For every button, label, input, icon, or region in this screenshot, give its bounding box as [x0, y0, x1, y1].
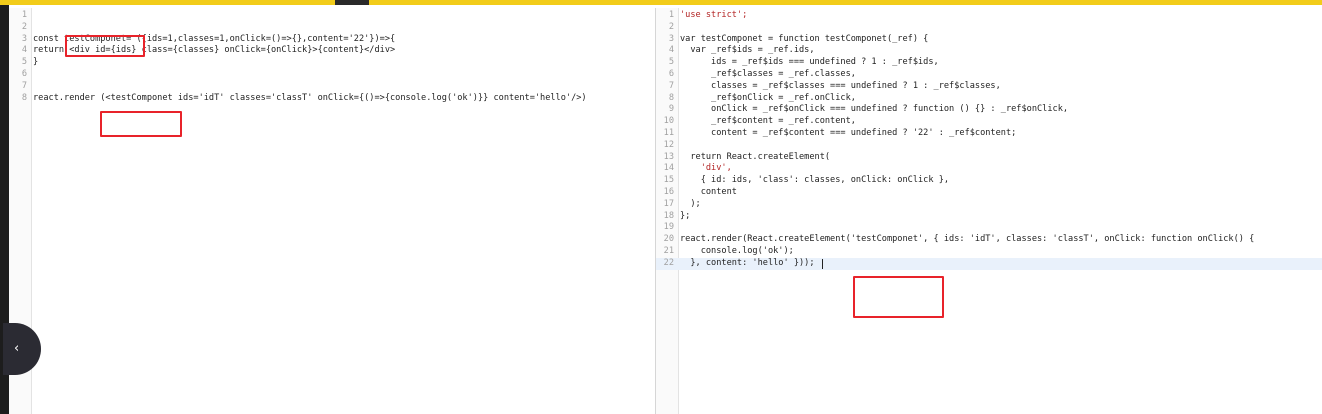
code-text: var testComponet = function testComponet…	[680, 33, 929, 44]
code-line[interactable]: 10 _ref$content = _ref.content,	[656, 116, 1322, 128]
code-line[interactable]: 2	[9, 22, 655, 34]
code-text: }	[33, 57, 39, 68]
code-text: };	[680, 210, 691, 221]
code-line[interactable]: 8 _ref$onClick = _ref.onClick,	[656, 93, 1322, 105]
highlight-box-testcomponet-createelement	[853, 276, 944, 318]
code-lines: 1'use strict'; 2 3 var testComponet = fun…	[656, 10, 1322, 270]
code-line[interactable]: 20 react.render(React.createElement('test…	[656, 234, 1322, 246]
compiled-output-editor[interactable]: 1'use strict'; 2 3 var testComponet = fun…	[656, 8, 1322, 414]
code-line[interactable]: 7 classes = _ref$classes === undefined ?…	[656, 81, 1322, 93]
code-text: { id: ids, 'class': classes, onClick: on…	[680, 175, 950, 186]
code-line[interactable]: 21 console.log('ok');	[656, 246, 1322, 258]
code-text: react.render(React.createElement('testCo…	[680, 234, 1255, 245]
jsx-source-editor[interactable]: 1 2 3 const testComponet= ({ids=1,classes…	[9, 8, 655, 414]
code-line[interactable]: 18};	[656, 211, 1322, 223]
code-line[interactable]: 2	[656, 22, 1322, 34]
code-text: 'div',	[680, 163, 732, 174]
code-text: console.log('ok');	[680, 245, 794, 256]
code-line[interactable]: 3 var testComponet = function testCompone…	[656, 34, 1322, 46]
code-line[interactable]: 9 onClick = _ref$onClick === undefined ?…	[656, 104, 1322, 116]
code-line[interactable]: 6	[9, 69, 655, 81]
code-text: classes = _ref$classes === undefined ? 1…	[680, 80, 1001, 91]
code-text: onClick = _ref$onClick === undefined ? f…	[680, 104, 1069, 115]
code-text: content = _ref$content === undefined ? '…	[680, 127, 1017, 138]
code-text: react.render (<testComponet ids='idT' cl…	[33, 92, 587, 103]
code-line-active[interactable]: 22 }, content: 'hello' }));	[656, 257, 1322, 270]
code-line[interactable]: 11 content = _ref$content === undefined …	[656, 128, 1322, 140]
chevron-left-icon: ‹	[14, 341, 20, 356]
code-text: _ref$classes = _ref.classes,	[680, 68, 856, 79]
code-line[interactable]: 13 return React.createElement(	[656, 152, 1322, 164]
code-line[interactable]: 1	[9, 10, 655, 22]
top-accent-bar	[0, 0, 1322, 5]
code-text: var _ref$ids = _ref.ids,	[680, 45, 815, 56]
code-text: _ref$onClick = _ref.onClick,	[680, 92, 856, 103]
highlight-box-testcomponet-declaration	[65, 35, 145, 57]
code-line[interactable]: 4 var _ref$ids = _ref.ids,	[656, 45, 1322, 57]
code-line[interactable]: 19	[656, 222, 1322, 234]
code-line[interactable]: 15 { id: ids, 'class': classes, onClick:…	[656, 175, 1322, 187]
code-line[interactable]: 14 'div',	[656, 163, 1322, 175]
text-cursor	[822, 258, 823, 269]
code-line[interactable]: 7	[9, 81, 655, 93]
code-text: content	[680, 186, 737, 197]
code-text: ids = _ref$ids === undefined ? 1 : _ref$…	[680, 57, 939, 68]
code-text: return React.createElement(	[680, 151, 831, 162]
code-text: }, content: 'hello' }));	[680, 257, 815, 268]
code-text: _ref$content = _ref.content,	[680, 116, 856, 127]
code-text: );	[680, 198, 701, 209]
code-line[interactable]: 6 _ref$classes = _ref.classes,	[656, 69, 1322, 81]
highlight-box-testcomponet-jsx	[100, 111, 182, 137]
code-line[interactable]: 5 ids = _ref$ids === undefined ? 1 : _re…	[656, 57, 1322, 69]
code-text: 'use strict';	[680, 10, 748, 20]
code-line[interactable]: 8 react.render (<testComponet ids='idT' c…	[9, 93, 655, 105]
code-lines: 1 2 3 const testComponet= ({ids=1,classes…	[9, 10, 655, 104]
code-line[interactable]: 12	[656, 140, 1322, 152]
code-line[interactable]: 1'use strict';	[656, 10, 1322, 22]
code-line[interactable]: 17 );	[656, 199, 1322, 211]
top-tab-marker	[335, 0, 369, 5]
code-line[interactable]: 5}	[9, 57, 655, 69]
code-line[interactable]: 16 content	[656, 187, 1322, 199]
